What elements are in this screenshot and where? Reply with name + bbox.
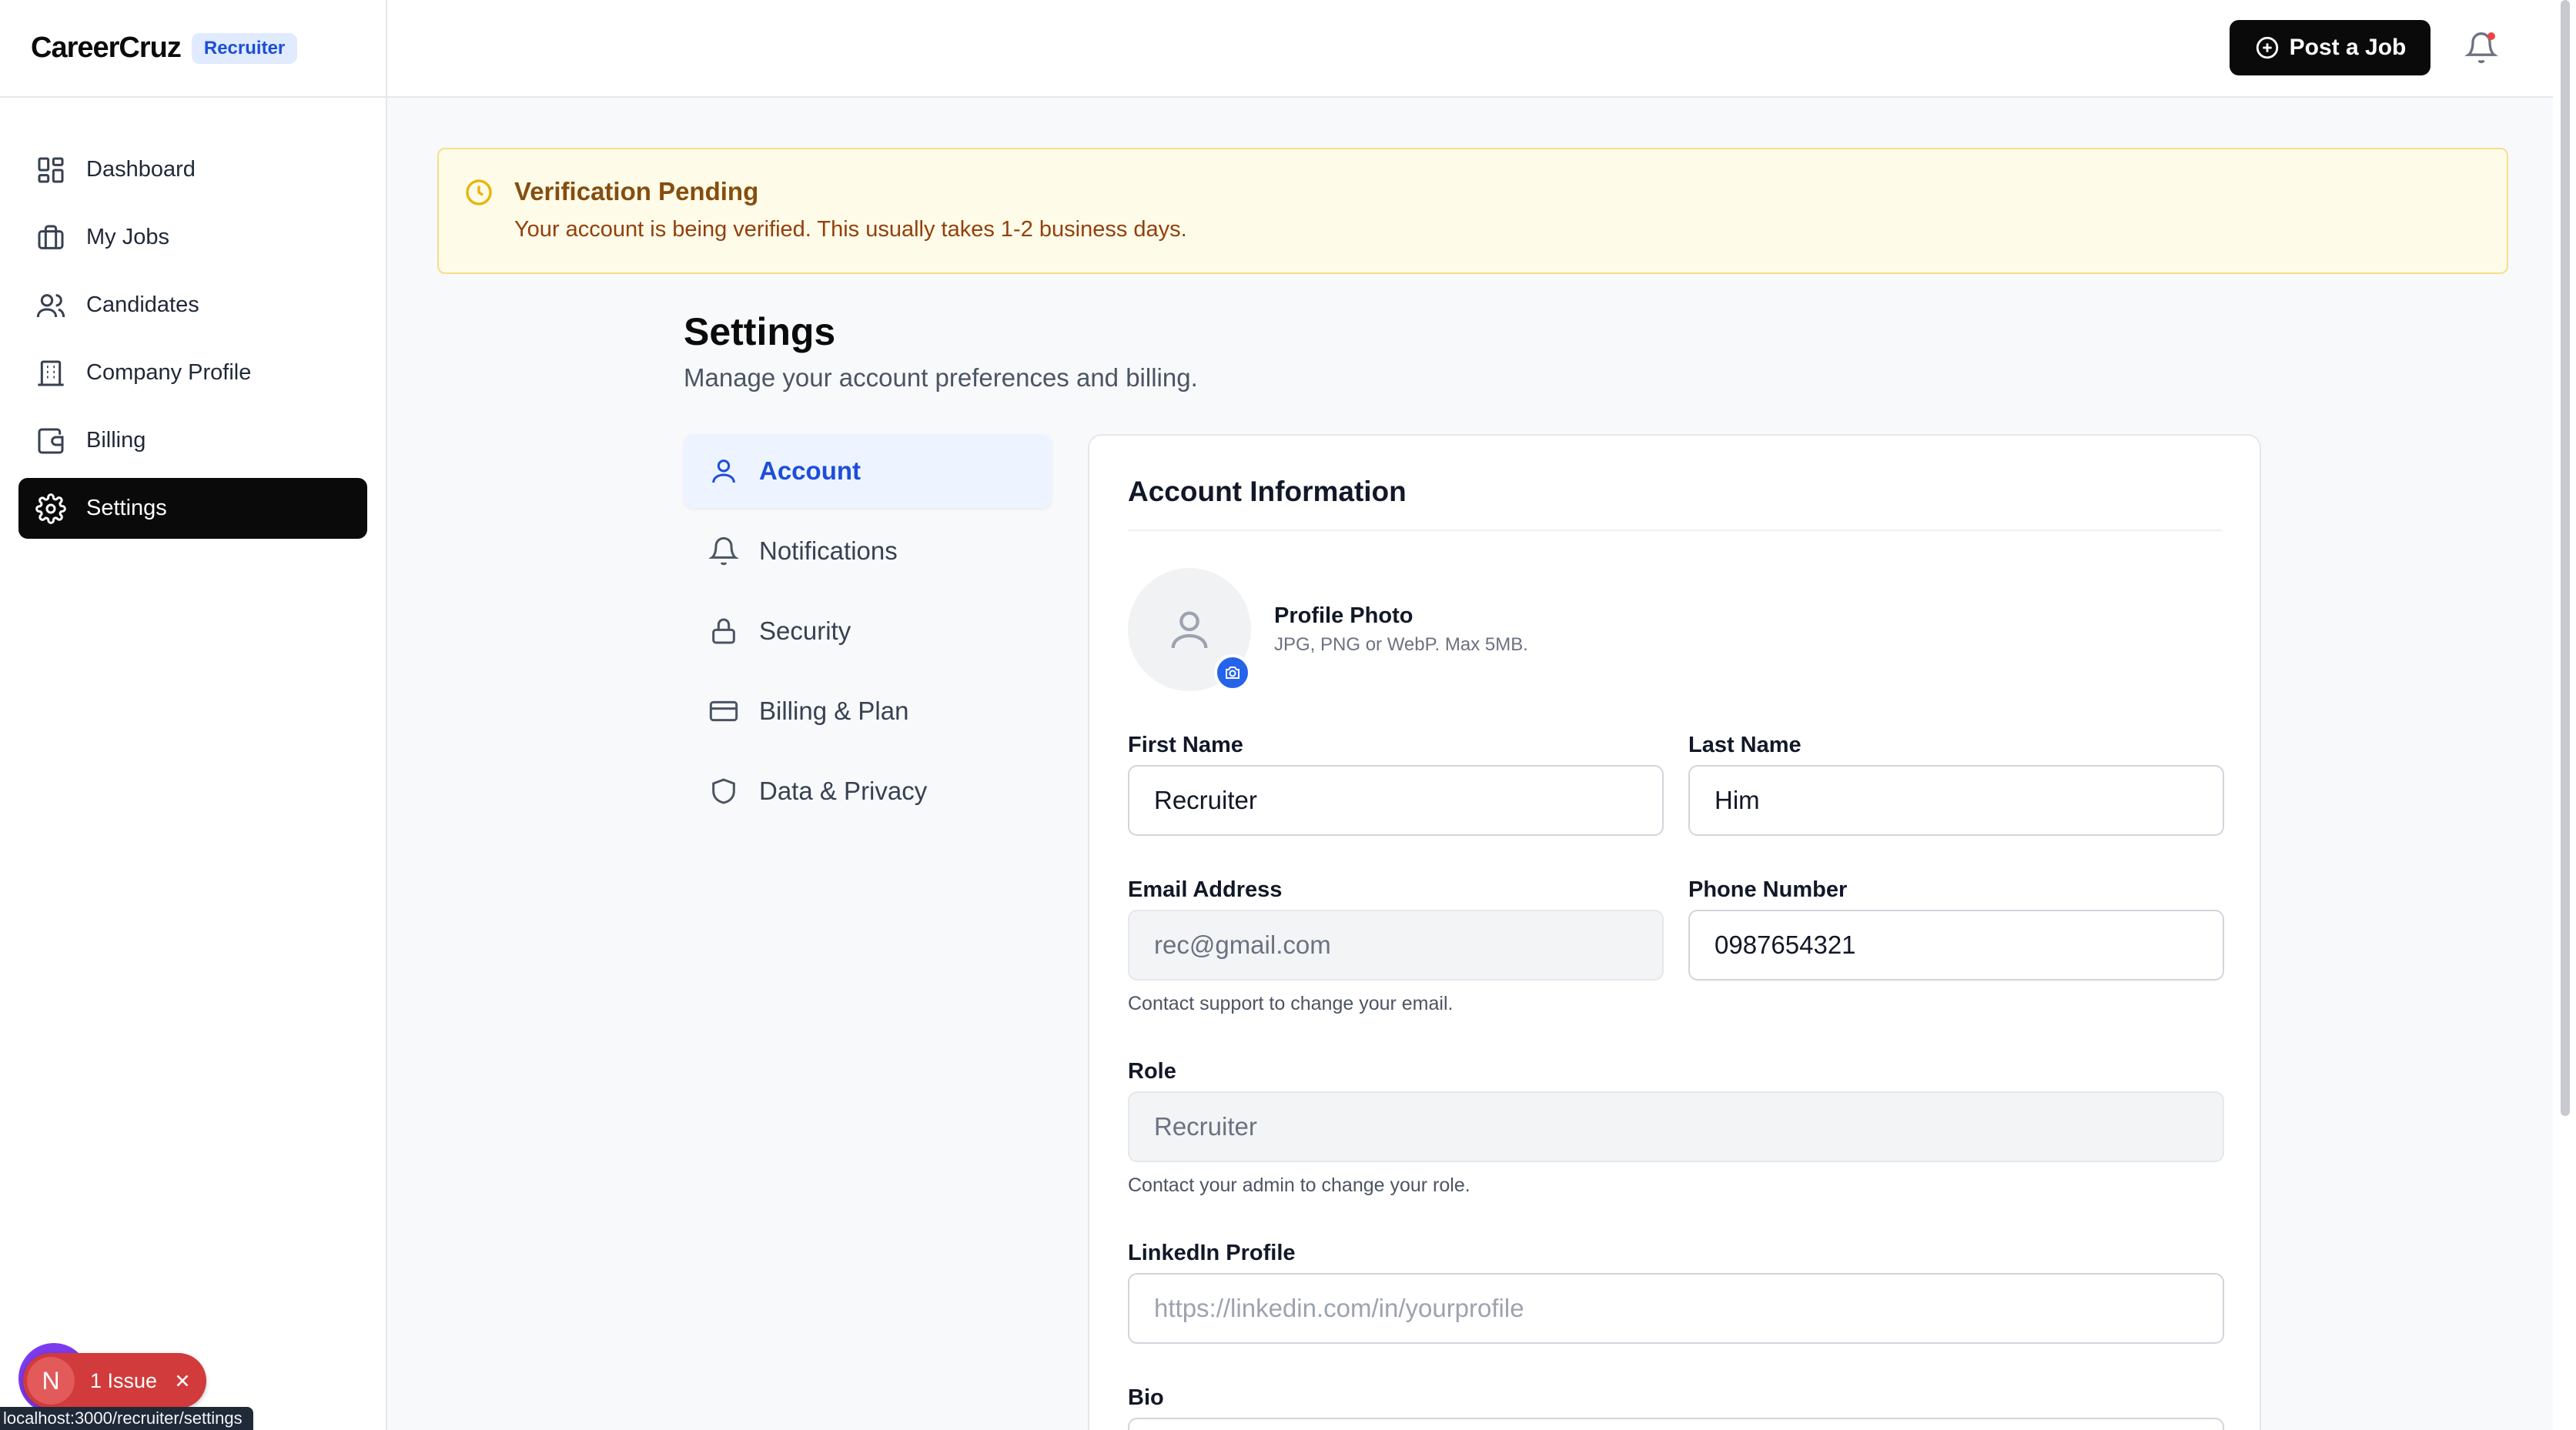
profile-photo-label: Profile Photo <box>1274 603 1413 628</box>
last-name-input[interactable] <box>1688 765 2224 836</box>
close-icon[interactable] <box>172 1371 192 1391</box>
credit-card-icon <box>708 696 739 727</box>
gear-icon <box>35 493 66 524</box>
bio-label: Bio <box>1128 1385 1164 1410</box>
plus-circle-icon <box>2256 36 2278 59</box>
sidebar-item-dashboard[interactable]: Dashboard <box>18 139 367 200</box>
tab-label: Security <box>759 616 851 645</box>
brand[interactable]: CareerCruz Recruiter <box>0 0 386 98</box>
user-icon <box>708 456 739 486</box>
email-field <box>1128 910 1664 981</box>
banner-title: Verification Pending <box>514 177 759 205</box>
wallet-icon <box>35 426 66 456</box>
sidebar-item-label: Settings <box>86 496 167 520</box>
dashboard-icon <box>35 155 66 185</box>
tab-security[interactable]: Security <box>684 594 1052 668</box>
sidebar-nav: Dashboard My Jobs Candidates Company Pro… <box>0 98 386 539</box>
email-hint: Contact support to change your email. <box>1128 993 1454 1014</box>
first-name-label: First Name <box>1128 733 1243 757</box>
briefcase-icon <box>35 222 66 253</box>
account-information-card: Account Information Profile Photo JPG, P… <box>1088 434 2261 1430</box>
first-name-input[interactable] <box>1128 765 1664 836</box>
building-icon <box>35 358 66 389</box>
sidebar-item-label: Dashboard <box>86 157 196 182</box>
tab-notifications[interactable]: Notifications <box>684 514 1052 588</box>
sidebar-item-label: Candidates <box>86 292 199 317</box>
linkedin-input[interactable] <box>1128 1273 2224 1344</box>
sidebar-item-company-profile[interactable]: Company Profile <box>18 342 367 403</box>
scrollbar-thumb[interactable] <box>2561 0 2570 1116</box>
verification-banner: Verification Pending Your account is bei… <box>437 148 2508 274</box>
sidebar: CareerCruz Recruiter Dashboard My Jobs C… <box>0 0 387 1430</box>
role-label: Role <box>1128 1059 1176 1084</box>
upload-photo-button[interactable] <box>1214 654 1251 691</box>
notification-button[interactable] <box>2464 31 2498 65</box>
bell-icon <box>708 536 739 566</box>
sidebar-item-label: Billing <box>86 428 146 453</box>
dev-tools-letter: N <box>27 1357 75 1405</box>
linkedin-label: LinkedIn Profile <box>1128 1241 1296 1265</box>
status-bar-url: localhost:3000/recruiter/settings <box>0 1407 253 1430</box>
bio-textarea[interactable] <box>1128 1418 2224 1430</box>
top-header: Post a Job <box>387 0 2553 98</box>
settings-tabs: Account Notifications Security Billing &… <box>684 434 1052 834</box>
lock-icon <box>708 616 739 647</box>
tab-billing-plan[interactable]: Billing & Plan <box>684 674 1052 748</box>
tab-label: Notifications <box>759 536 898 565</box>
page-subtitle: Manage your account preferences and bill… <box>684 363 1198 392</box>
phone-label: Phone Number <box>1688 877 1848 902</box>
section-title: Account Information <box>1128 476 1407 507</box>
tab-label: Account <box>759 456 861 485</box>
email-label: Email Address <box>1128 877 1283 902</box>
tab-data-privacy[interactable]: Data & Privacy <box>684 754 1052 828</box>
issues-count: 1 Issue <box>90 1368 158 1392</box>
sidebar-item-settings[interactable]: Settings <box>18 478 367 539</box>
sidebar-item-my-jobs[interactable]: My Jobs <box>18 207 367 268</box>
post-job-label: Post a Job <box>2289 35 2407 60</box>
role-hint: Contact your admin to change your role. <box>1128 1174 1470 1196</box>
sidebar-item-candidates[interactable]: Candidates <box>18 275 367 336</box>
tab-label: Billing & Plan <box>759 697 909 725</box>
issues-indicator[interactable]: N 1 Issue <box>23 1353 206 1408</box>
notification-dot <box>2487 32 2495 40</box>
users-icon <box>35 290 66 321</box>
sidebar-item-label: My Jobs <box>86 225 169 249</box>
tab-label: Data & Privacy <box>759 777 928 805</box>
user-placeholder-icon <box>1171 611 1208 649</box>
divider <box>1128 530 2223 531</box>
sidebar-item-billing[interactable]: Billing <box>18 410 367 471</box>
page-title: Settings <box>684 310 836 353</box>
role-badge: Recruiter <box>191 32 298 64</box>
phone-field[interactable] <box>1688 910 2224 981</box>
profile-photo-hint: JPG, PNG or WebP. Max 5MB. <box>1274 634 1528 655</box>
app-root: CareerCruz Recruiter Dashboard My Jobs C… <box>0 0 2576 1430</box>
camera-icon <box>1226 667 1239 679</box>
clock-icon <box>463 177 494 208</box>
post-job-button[interactable]: Post a Job <box>2230 20 2430 75</box>
role-field <box>1128 1091 2224 1162</box>
tab-account[interactable]: Account <box>684 434 1052 508</box>
brand-logo[interactable]: CareerCruz <box>31 32 182 65</box>
banner-message: Your account is being verified. This usu… <box>514 217 1187 242</box>
sidebar-item-label: Company Profile <box>86 360 252 385</box>
last-name-label: Last Name <box>1688 733 1802 757</box>
shield-icon <box>708 776 739 807</box>
